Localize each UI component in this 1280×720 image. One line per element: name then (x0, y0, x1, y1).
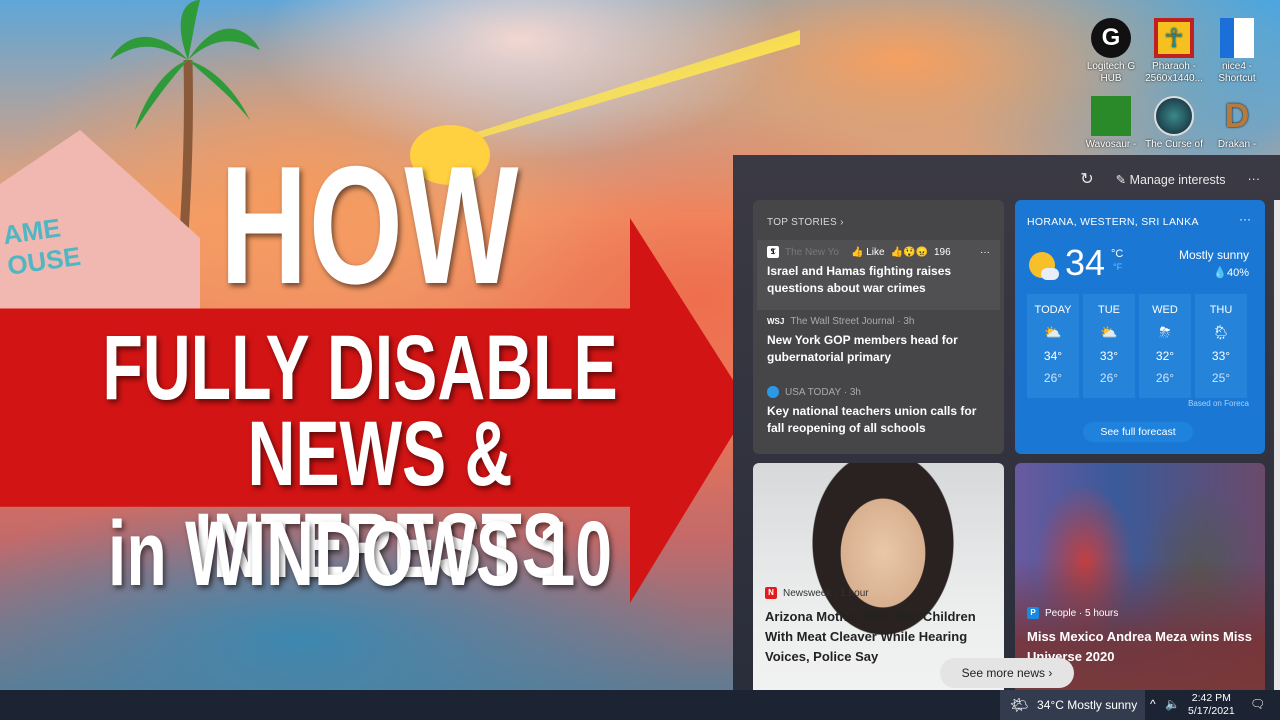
taskbar: 🌤 34°C Mostly sunny ^ 🔈 2:42 PM 5/17/2021 … (0, 690, 1280, 720)
window-shortcut-icon (1220, 18, 1254, 58)
forecast-tue[interactable]: TUE ⛅ 33° 26° (1083, 294, 1135, 398)
unit-fahrenheit[interactable]: °F (1113, 262, 1122, 272)
house-sign: AME OUSE (1, 212, 83, 281)
weather-card[interactable]: HORANA, WESTERN, SRI LANKA ··· 34 °C °F … (1015, 200, 1265, 454)
see-more-news-button[interactable]: See more news › (940, 658, 1074, 688)
logitech-g-icon: G (1091, 18, 1131, 58)
story-headline: New York GOP members head for gubernator… (767, 333, 958, 364)
action-center-icon[interactable]: 🗨 (1250, 697, 1265, 711)
news-card-people[interactable]: P People · 5 hours Miss Mexico Andrea Mez… (1015, 463, 1265, 690)
desktop-icon-wavosaur[interactable]: Wavosaur - (1080, 96, 1142, 151)
forecast-today[interactable]: TODAY ⛅ 34° 26° (1027, 294, 1079, 398)
wsj-logo-icon: WSJ (767, 317, 785, 326)
top-stories-card: TOP STORIES › 𝕿 The New Yo 👍 Like 👍😲😠 196 … (753, 200, 1004, 454)
thunderstorm-icon: ⛈ (1159, 324, 1171, 340)
forecast-thu[interactable]: THU 🌦 33° 25° (1195, 294, 1247, 398)
desktop-icon-logitech[interactable]: G Logitech G HUB (1080, 18, 1142, 85)
nyt-logo-icon: 𝕿 (767, 246, 779, 258)
unit-celsius[interactable]: °C (1111, 248, 1123, 260)
story-item[interactable]: USA TODAY · 3h Key national teachers uni… (753, 380, 1004, 450)
manage-interests-button[interactable]: ✎ Manage interests (1116, 172, 1226, 187)
like-button[interactable]: 👍 Like (851, 247, 885, 258)
desktop-icon-nice4[interactable]: nice4 - Shortcut (1206, 18, 1268, 85)
weather-location: HORANA, WESTERN, SRI LANKA (1027, 216, 1199, 228)
usa-today-logo-icon (767, 386, 779, 398)
volume-icon[interactable]: 🔈 (1165, 697, 1180, 711)
clock[interactable]: 2:42 PM 5/17/2021 (1188, 692, 1235, 718)
see-full-forecast-button[interactable]: See full forecast (1083, 422, 1193, 442)
story-more-button[interactable]: ··· (980, 247, 990, 258)
scrollbar[interactable] (1274, 200, 1280, 690)
taskbar-weather-button[interactable]: 🌤 34°C Mostly sunny (1000, 690, 1145, 720)
refresh-icon[interactable]: ↻ (1080, 169, 1093, 189)
reactions-icon: 👍😲😠 (890, 246, 928, 258)
pencil-icon: ✎ (1115, 172, 1130, 187)
forecast-credit[interactable]: Based on Foreca (1188, 399, 1249, 408)
forecast-wed[interactable]: WED ⛈ 32° 26° (1139, 294, 1191, 398)
desktop-icon-curse[interactable]: The Curse of (1143, 96, 1205, 151)
title-windows-10: in WINDOWS 10 (107, 503, 613, 605)
desktop-icons: G Logitech G HUB ☥ Pharaoh - 2560x1440... … (1080, 0, 1280, 155)
newsweek-logo-icon: N (765, 587, 777, 599)
people-logo-icon: P (1027, 607, 1039, 619)
island-globe-icon (1154, 96, 1194, 136)
partly-sunny-icon: ⛅ (1044, 324, 1062, 340)
ankh-icon: ☥ (1154, 18, 1194, 58)
partly-sunny-icon: ⛅ (1100, 324, 1118, 340)
partly-sunny-icon: 🌤 (1010, 697, 1030, 714)
rain-cloud-icon: 🌦 (1212, 324, 1230, 340)
top-stories-link[interactable]: TOP STORIES › (753, 200, 1004, 240)
reaction-count: 196 (933, 246, 951, 258)
story-item[interactable]: 𝕿 The New Yo 👍 Like 👍😲😠 196 ··· Israel and… (757, 240, 1000, 310)
story-item[interactable]: WSJ The Wall Street Journal · 3h New York… (753, 310, 1004, 380)
drakan-logo-icon: D (1224, 97, 1250, 135)
desktop-icon-drakan[interactable]: D Drakan - (1206, 96, 1268, 151)
precipitation: 💧40% (1213, 267, 1249, 279)
news-card-newsweek[interactable]: N Newsweek · 1 hour Arizona Mother Kills … (753, 463, 1004, 690)
monster-icon (1091, 96, 1131, 136)
desktop-icon-pharaoh[interactable]: ☥ Pharaoh - 2560x1440... (1143, 18, 1205, 85)
current-temp: 34 (1065, 242, 1106, 283)
show-hidden-icons-button[interactable]: ^ (1150, 697, 1156, 711)
weather-condition: Mostly sunny (1178, 248, 1249, 262)
title-fully-disable: FULLY DISABLE (102, 317, 618, 419)
raindrop-icon: 💧 (1213, 267, 1227, 279)
story-headline: Israel and Hamas fighting raises questio… (767, 264, 952, 295)
news-and-interests-panel: ↻ ✎ Manage interests ··· TOP STORIES › 𝕿… (733, 155, 1280, 690)
weather-more-button[interactable]: ··· (1239, 212, 1251, 226)
story-headline: Key national teachers union calls for fa… (767, 404, 977, 435)
panel-more-button[interactable]: ··· (1248, 172, 1261, 186)
